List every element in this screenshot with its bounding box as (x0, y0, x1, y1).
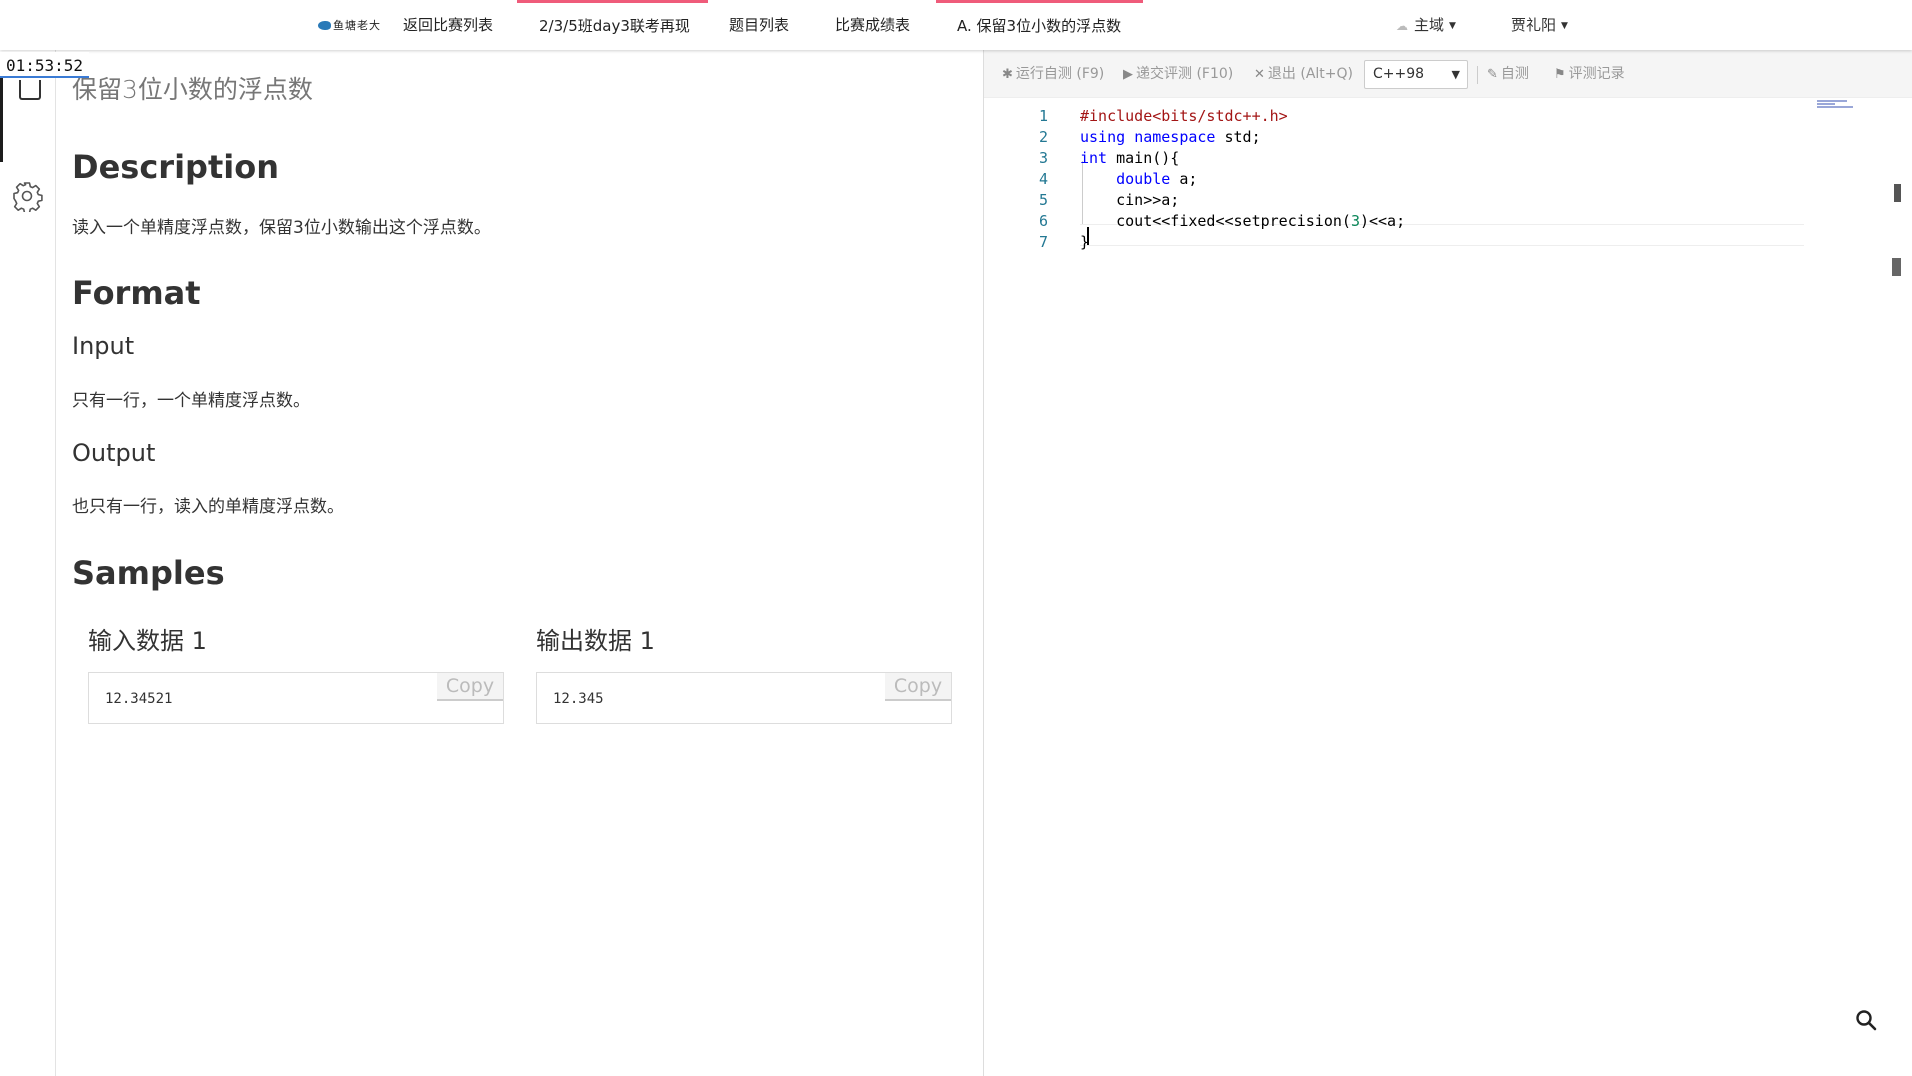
language-value: C++98 (1373, 66, 1425, 82)
exit-button[interactable]: ✕ 退出 (Alt+Q) (1254, 50, 1353, 98)
nav-scoreboard[interactable]: 比赛成绩表 (835, 0, 910, 50)
sample-input-value: 12.34521 (105, 691, 173, 707)
line-number: 5 (1038, 191, 1048, 209)
sample-output-value: 12.345 (553, 691, 604, 707)
minimap[interactable] (1817, 100, 1853, 112)
text-cursor (1087, 227, 1089, 245)
code-line[interactable]: 2 using namespace std; (984, 127, 1804, 148)
code-line[interactable]: 6 cout<<fixed<<setprecision(3)<<a; (984, 211, 1804, 232)
site-logo[interactable]: 鱼塘老大 (318, 14, 381, 36)
code-line[interactable]: 4 double a; (984, 169, 1804, 190)
nav-problem-list[interactable]: 题目列表 (729, 0, 789, 50)
line-number: 3 (1038, 149, 1048, 167)
records-button[interactable]: ⚑ 评测记录 (1554, 50, 1625, 98)
code-line[interactable]: 7} (984, 232, 1804, 253)
sample-output-1: 输出数据 1 12.345 Copy (536, 620, 952, 724)
cloud-icon: ☁ (1396, 19, 1408, 33)
code-text: using namespace std; (1080, 128, 1261, 146)
line-number: 1 (1038, 107, 1048, 125)
run-selftest-label: 运行自测 (F9) (1015, 66, 1105, 82)
line-number: 7 (1038, 233, 1048, 251)
gear-small-icon: ✱ (1002, 67, 1013, 82)
nav-contest-name[interactable]: 2/3/5班day3联考再现 (517, 0, 708, 50)
domain-switcher[interactable]: ☁ 主域 ▼ (1396, 0, 1456, 50)
copy-output-button[interactable]: Copy (885, 673, 951, 701)
close-icon: ✕ (1254, 67, 1265, 82)
chevron-down-icon: ▼ (1561, 20, 1568, 31)
problem-doc-icon[interactable] (19, 80, 41, 100)
line-number: 4 (1038, 170, 1048, 188)
input-heading: Input (72, 332, 135, 360)
chevron-down-icon: ▼ (1451, 68, 1460, 81)
copy-input-button[interactable]: Copy (437, 673, 503, 701)
output-heading: Output (72, 439, 156, 467)
code-line[interactable]: 1 #include<bits/stdc++.h> (984, 106, 1804, 127)
nav-back-to-contests[interactable]: 返回比赛列表 (403, 0, 493, 50)
code-text: cin>>a; (1080, 191, 1180, 209)
code-text: #include<bits/stdc++.h> (1080, 107, 1288, 125)
search-icon[interactable] (1854, 1008, 1878, 1032)
selftest-label: 自测 (1500, 66, 1529, 82)
top-navbar: 鱼塘老大 返回比赛列表 2/3/5班day3联考再现 题目列表 比赛成绩表 A.… (0, 0, 1912, 50)
scrollbar-marker[interactable] (1894, 184, 1901, 202)
language-select[interactable]: C++98 ▼ (1364, 60, 1468, 89)
code-text: double a; (1116, 170, 1198, 188)
submit-button[interactable]: ▶ 递交评测 (F10) (1123, 50, 1233, 98)
nav-current-problem[interactable]: A. 保留3位小数的浮点数 (936, 0, 1143, 50)
problem-panel: 保留3位小数的浮点数 Description 读入一个单精度浮点数，保留3位小数… (57, 50, 983, 1076)
left-rail (0, 50, 56, 1076)
scrollbar-thumb[interactable] (1892, 258, 1901, 276)
description-heading: Description (72, 148, 279, 186)
contest-timer: 01:53:52 (0, 52, 90, 78)
line-number: 2 (1038, 128, 1048, 146)
sample-input-1: 输入数据 1 12.34521 Copy (88, 620, 504, 724)
sample-input-box: 12.34521 Copy (88, 672, 504, 724)
records-label: 评测记录 (1568, 66, 1625, 82)
code-area[interactable]: 1 #include<bits/stdc++.h> 2 using namespace… (984, 98, 1912, 1076)
editor-toolbar: ✱ 运行自测 (F9) ▶ 递交评测 (F10) ✕ 退出 (Alt+Q) C++98… (984, 50, 1912, 98)
code-text: int main(){ (1080, 149, 1180, 167)
flag-icon: ⚑ (1554, 67, 1566, 82)
format-heading: Format (72, 274, 201, 312)
sample-output-title: 输出数据 1 (536, 627, 655, 655)
submit-label: 递交评测 (F10) (1136, 66, 1234, 82)
input-text: 只有一行，一个单精度浮点数。 (72, 391, 310, 411)
sample-input-title: 输入数据 1 (88, 627, 207, 655)
problem-title: 保留3位小数的浮点数 (72, 75, 313, 104)
code-line[interactable]: 3 int main(){ (984, 148, 1804, 169)
samples-heading: Samples (72, 554, 225, 592)
user-name: 贾礼阳 (1511, 16, 1557, 34)
code-editor-panel: ✱ 运行自测 (F9) ▶ 递交评测 (F10) ✕ 退出 (Alt+Q) C++98… (983, 50, 1912, 1076)
domain-label: 主域 (1414, 16, 1445, 34)
logo-text: 鱼塘老大 (333, 19, 381, 32)
output-text: 也只有一行，读入的单精度浮点数。 (72, 497, 344, 517)
pencil-icon: ✎ (1487, 67, 1498, 82)
play-circle-icon: ▶ (1123, 67, 1133, 82)
exit-label: 退出 (Alt+Q) (1267, 66, 1353, 82)
code-text: cout<<fixed<<setprecision(3)<<a; (1080, 212, 1406, 230)
code-line[interactable]: 5 cin>>a; (984, 190, 1804, 211)
description-text: 读入一个单精度浮点数，保留3位小数输出这个浮点数。 (72, 218, 491, 238)
user-menu[interactable]: 贾礼阳 ▼ (1511, 0, 1568, 50)
active-tab-marker (0, 78, 3, 162)
chevron-down-icon: ▼ (1449, 20, 1456, 31)
run-selftest-button[interactable]: ✱ 运行自测 (F9) (1002, 50, 1104, 98)
toolbar-divider (1477, 66, 1478, 84)
selftest-button[interactable]: ✎ 自测 (1487, 50, 1529, 98)
gear-icon[interactable] (11, 180, 43, 212)
sample-output-box: 12.345 Copy (536, 672, 952, 724)
line-number: 6 (1038, 212, 1048, 230)
fish-logo-icon (318, 20, 331, 30)
